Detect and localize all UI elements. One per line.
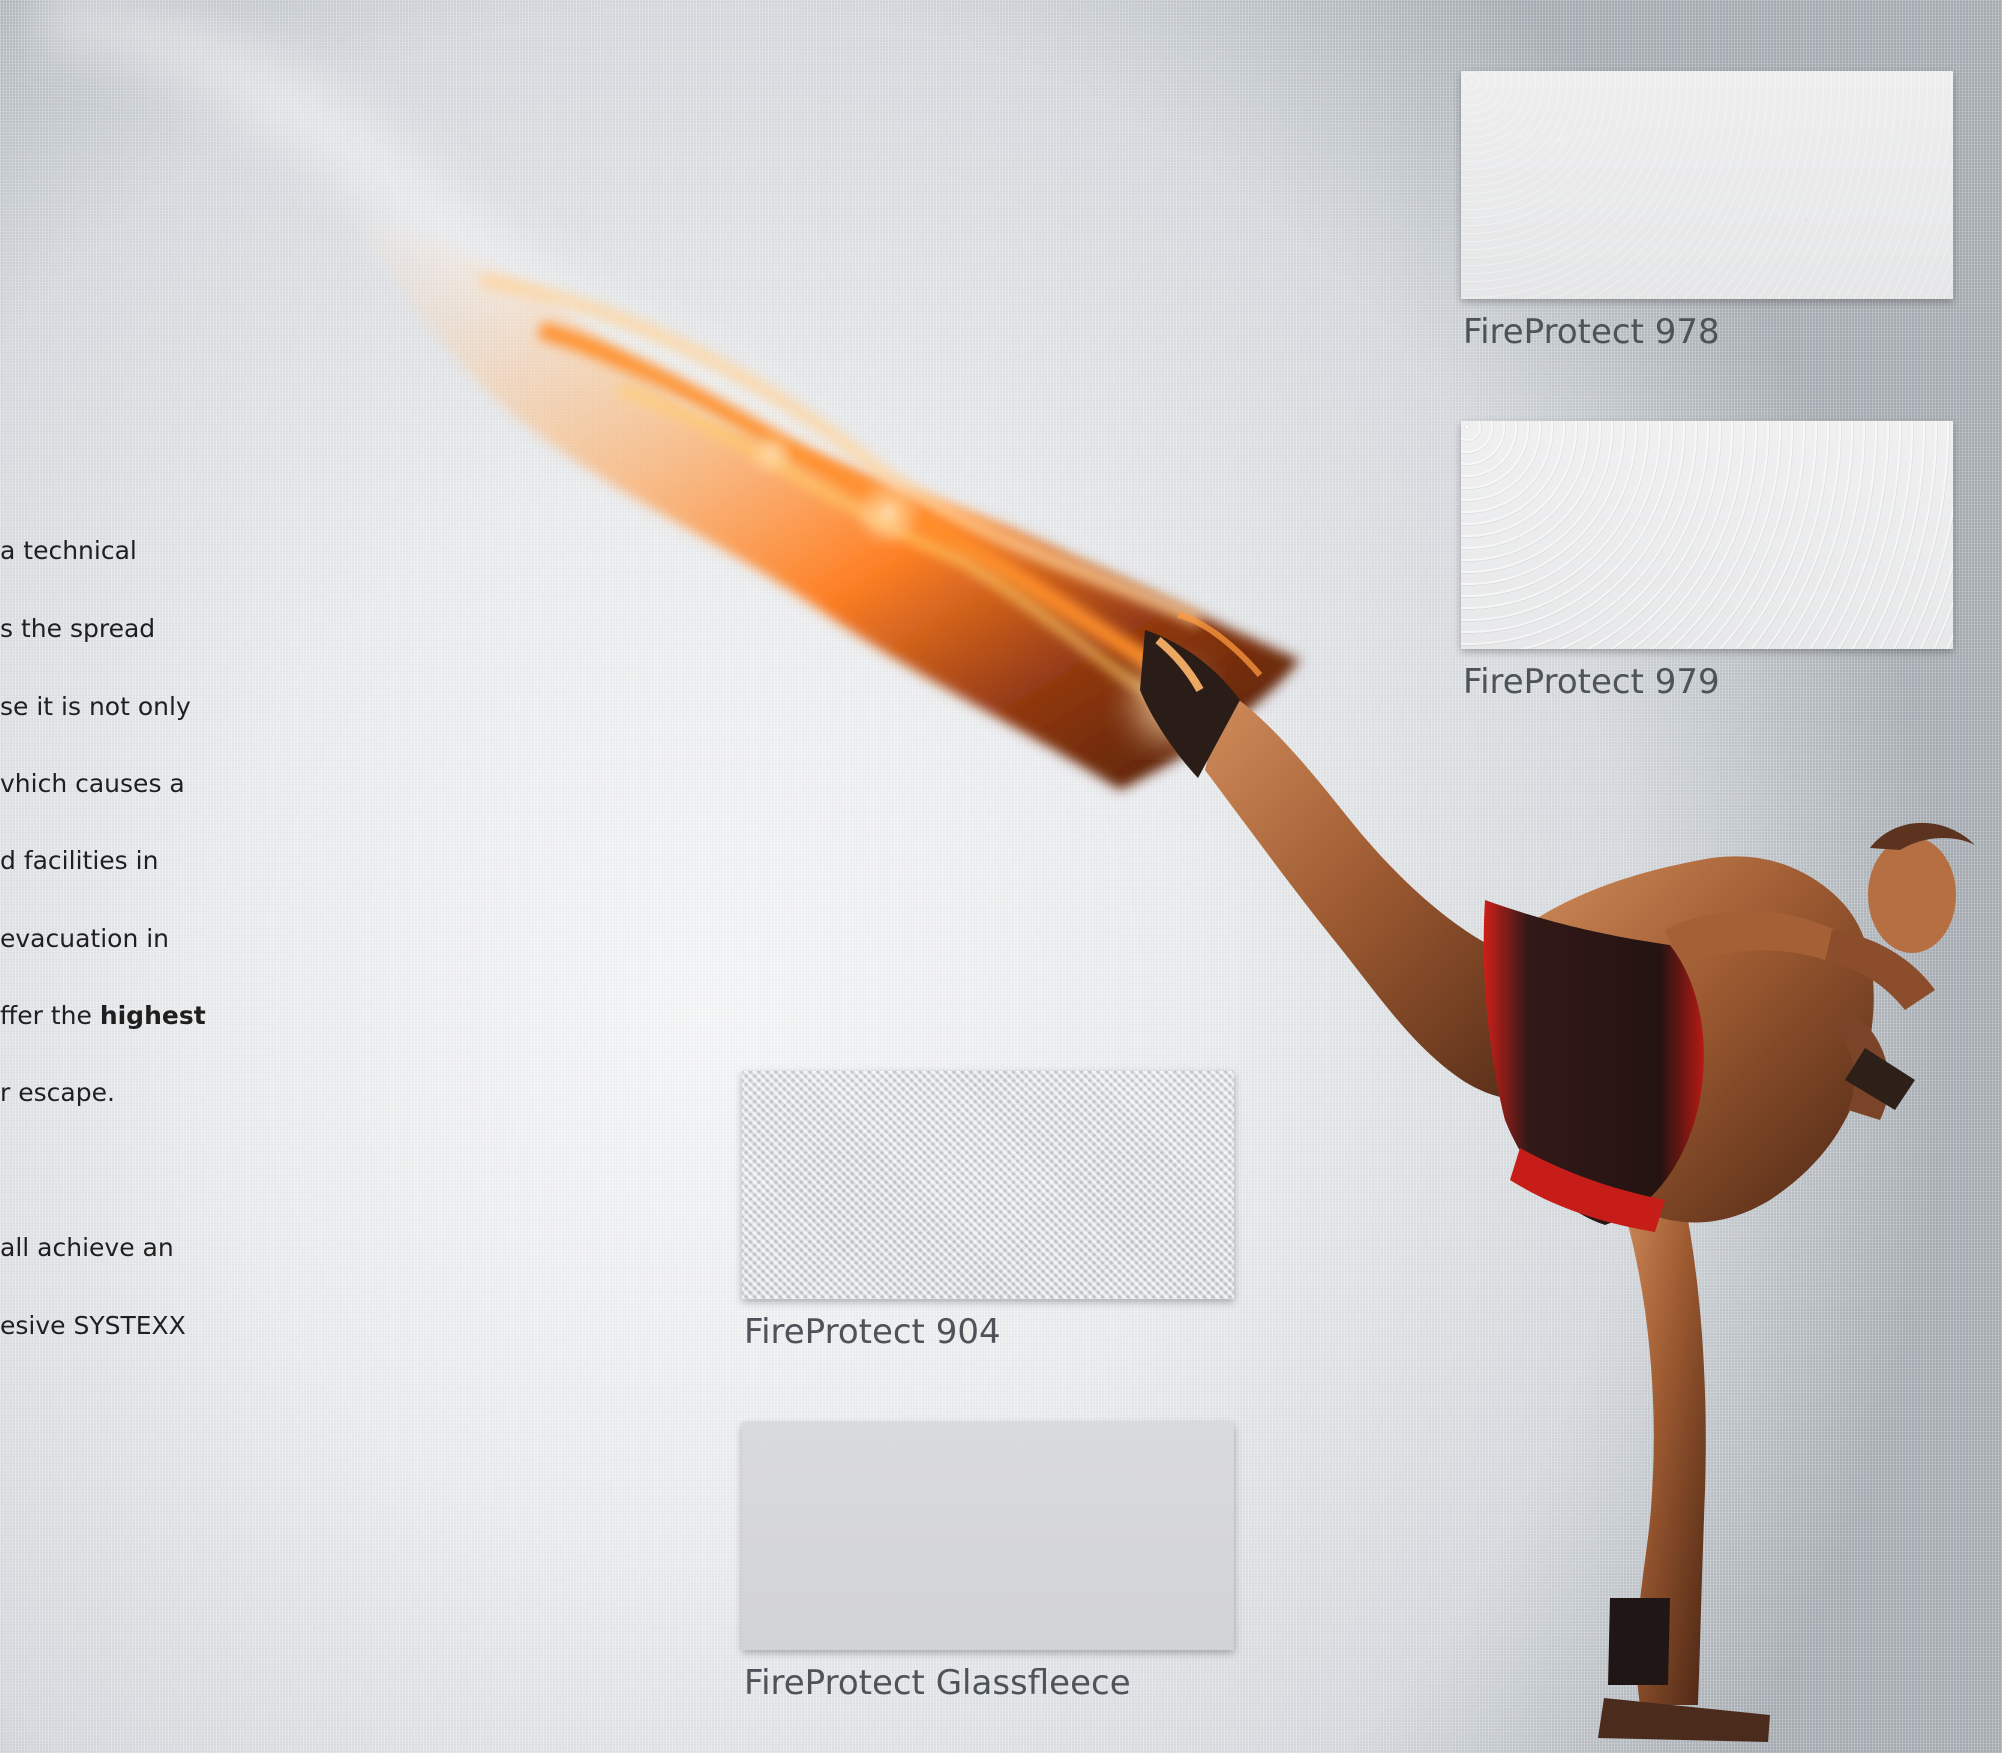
highlight-text: highest bbox=[99, 1001, 206, 1030]
fireprotect-978-swatch bbox=[1461, 71, 1953, 299]
body-text-line: all achieve an bbox=[0, 1233, 174, 1262]
fireprotect-979-swatch bbox=[1461, 421, 1953, 649]
swatch-card-fireprotect-979: FireProtect 979 bbox=[1461, 421, 1953, 699]
fireprotect-978-label: FireProtect 978 bbox=[1463, 312, 1720, 352]
swatch-card-fireprotect-glassfleece: FireProtect Glassfleece bbox=[742, 1422, 1234, 1700]
body-text-line: d facilities in bbox=[0, 846, 159, 875]
page: a technical s the spread se it is not on… bbox=[0, 0, 2002, 1753]
body-text-line: a technical bbox=[0, 536, 137, 565]
body-text-line: evacuation in bbox=[0, 924, 170, 953]
body-text-line: s the spread bbox=[0, 614, 156, 643]
swatch-card-fireprotect-978: FireProtect 978 bbox=[1461, 71, 1953, 349]
body-text-line: ffer the highest bbox=[0, 1002, 206, 1030]
fireprotect-glassfleece-label: FireProtect Glassfleece bbox=[744, 1663, 1131, 1703]
body-text-line: se it is not only bbox=[0, 692, 191, 721]
body-text-fragment: ffer the bbox=[0, 1001, 100, 1030]
swatch-card-fireprotect-904: FireProtect 904 bbox=[742, 1071, 1234, 1349]
fireprotect-glassfleece-swatch bbox=[742, 1422, 1234, 1650]
fireprotect-979-label: FireProtect 979 bbox=[1463, 662, 1720, 702]
body-text-line: r escape. bbox=[0, 1078, 115, 1107]
fireprotect-904-swatch bbox=[742, 1071, 1234, 1299]
body-text-line: esive SYSTEXX bbox=[0, 1311, 186, 1340]
body-text-line: vhich causes a bbox=[0, 769, 185, 798]
fireprotect-904-label: FireProtect 904 bbox=[744, 1312, 1001, 1352]
